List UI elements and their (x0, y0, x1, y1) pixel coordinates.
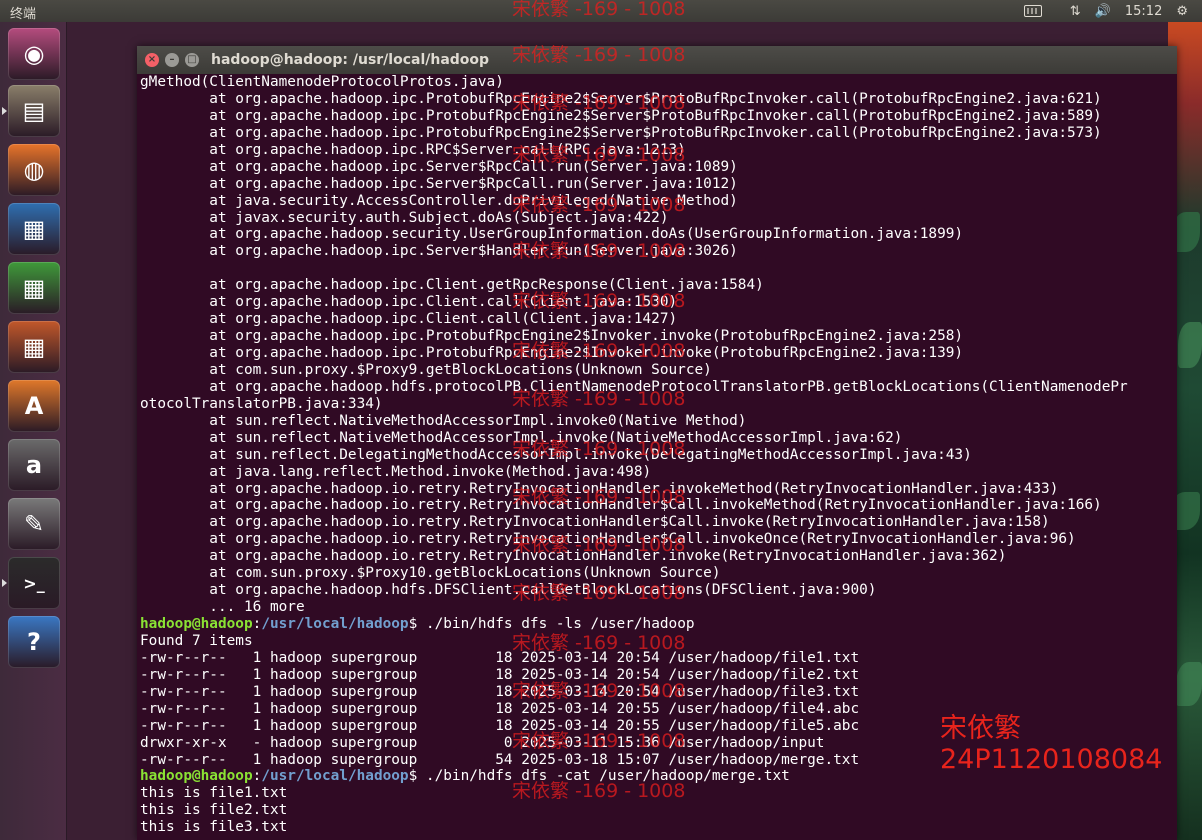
output-line: -rw-r--r-- 1 hadoop supergroup 18 2025-0… (140, 700, 860, 717)
output-line: at org.apache.hadoop.io.retry.RetryInvoc… (140, 514, 1050, 531)
ubuntu-dash-icon: ◉ (23, 40, 45, 68)
prompt-line: hadoop@hadoop:/usr/local/hadoop$ ./bin/h… (140, 616, 1177, 633)
output-line: -rw-r--r-- 1 hadoop supergroup 18 2025-0… (140, 666, 860, 683)
launcher-libreoffice-writer[interactable]: ▦ (8, 203, 60, 255)
output-line: gMethod(ClientNamenodeProtocolProtos.jav… (140, 74, 504, 90)
prompt-separator: : (252, 768, 262, 785)
output-line: at org.apache.hadoop.ipc.ProtobufRpcEngi… (140, 107, 1102, 124)
watermark-name: 宋依繁 (940, 713, 1021, 744)
terminal-icon: >_ (23, 573, 45, 593)
output-line: at com.sun.proxy.$Proxy9.getBlockLocatio… (140, 361, 712, 378)
output-line: at javax.security.auth.Subject.doAs(Subj… (140, 209, 669, 226)
launcher: ◉ ▤ ◍ ▦ ▦ ▦ Aa ✎ >_? (0, 22, 67, 840)
output-line: at org.apache.hadoop.io.retry.RetryInvoc… (140, 480, 1059, 497)
keyboard-icon[interactable] (1023, 5, 1056, 17)
minimize-icon[interactable]: – (165, 53, 179, 67)
running-indicator (2, 107, 7, 115)
output-line: this is file3.txt (140, 819, 288, 836)
window-title: hadoop@hadoop: /usr/local/hadoop (211, 52, 490, 68)
top-panel: 终端 ⇅ 🔊 15:12 ⚙ (0, 0, 1202, 22)
output-line: at org.apache.hadoop.ipc.ProtobufRpcEngi… (140, 124, 1102, 141)
volume-icon[interactable]: 🔊 (1095, 4, 1111, 19)
output-line: at org.apache.hadoop.ipc.Client.getRpcRe… (140, 277, 764, 294)
output-line: otocolTranslatorPB.java:334) (140, 395, 383, 412)
help-icon: ? (27, 628, 41, 656)
running-indicator (2, 579, 7, 587)
libreoffice-calc-icon: ▦ (22, 274, 46, 302)
output-line: at org.apache.hadoop.ipc.RPC$Server.call… (140, 141, 686, 158)
files-icon: ▤ (22, 97, 46, 125)
system-settings-icon: ✎ (23, 510, 45, 538)
prompt-separator: : (252, 616, 262, 632)
maximize-icon[interactable]: □ (185, 53, 199, 67)
launcher-ubuntu-dash[interactable]: ◉ (8, 28, 60, 80)
watermark-student-id: 24P1120108084 (940, 744, 1163, 775)
output-line: at org.apache.hadoop.ipc.ProtobufRpcEngi… (140, 328, 964, 345)
output-line: this is file1.txt (140, 785, 288, 802)
command-text: $ ./bin/hdfs dfs -ls /user/hadoop (408, 616, 695, 632)
command-text: $ ./bin/hdfs dfs -cat /user/hadoop/merge… (408, 768, 790, 785)
output-line: Found 7 items (140, 632, 253, 649)
output-line: at org.apache.hadoop.ipc.Server$Handler.… (140, 243, 738, 260)
output-line: at org.apache.hadoop.security.UserGroupI… (140, 226, 964, 243)
terminal-window: × – □ hadoop@hadoop: /usr/local/hadoop g… (137, 46, 1177, 840)
launcher-terminal[interactable]: >_ (8, 557, 60, 609)
software-center-icon: A (24, 392, 44, 420)
output-line: -rw-r--r-- 1 hadoop supergroup 18 2025-0… (140, 683, 860, 700)
output-line: ... 16 more (140, 599, 305, 616)
launcher-system-settings[interactable]: ✎ (8, 498, 60, 550)
launcher-libreoffice-calc[interactable]: ▦ (8, 262, 60, 314)
output-line: -rw-r--r-- 1 hadoop supergroup 18 2025-0… (140, 717, 860, 734)
firefox-icon: ◍ (23, 156, 45, 184)
output-line: at org.apache.hadoop.io.retry.RetryInvoc… (140, 497, 1102, 514)
prompt-path: /usr/local/hadoop (261, 616, 409, 632)
output-line: at org.apache.hadoop.hdfs.protocolPB.Cli… (140, 378, 1128, 395)
prompt-user: hadoop@hadoop (140, 616, 253, 632)
launcher-libreoffice-impress[interactable]: ▦ (8, 321, 60, 373)
amazon-icon: a (25, 451, 43, 479)
network-icon[interactable]: ⇅ (1070, 4, 1081, 19)
libreoffice-writer-icon: ▦ (22, 215, 46, 243)
output-line: at org.apache.hadoop.ipc.ProtobufRpcEngi… (140, 90, 1102, 107)
launcher-software-center[interactable]: A (8, 380, 60, 432)
system-tray: ⇅ 🔊 15:12 ⚙ (1023, 0, 1202, 22)
terminal-output[interactable]: gMethod(ClientNamenodeProtocolProtos.jav… (140, 74, 1177, 840)
output-line: this is file2.txt (140, 802, 288, 819)
output-line: at sun.reflect.NativeMethodAccessorImpl.… (140, 412, 747, 429)
output-line: at org.apache.hadoop.ipc.Client.call(Cli… (140, 294, 678, 311)
launcher-firefox[interactable]: ◍ (8, 144, 60, 196)
window-titlebar[interactable]: × – □ hadoop@hadoop: /usr/local/hadoop (137, 46, 1177, 74)
output-line: at org.apache.hadoop.hdfs.DFSClient.call… (140, 582, 877, 599)
libreoffice-impress-icon: ▦ (22, 333, 46, 361)
output-line: at org.apache.hadoop.ipc.Server$RpcCall.… (140, 175, 738, 192)
output-line: at org.apache.hadoop.io.retry.RetryInvoc… (140, 531, 1076, 548)
output-line: at org.apache.hadoop.io.retry.RetryInvoc… (140, 548, 1007, 565)
output-line: at com.sun.proxy.$Proxy10.getBlockLocati… (140, 565, 721, 582)
clock[interactable]: 15:12 (1125, 4, 1162, 19)
output-line: at sun.reflect.DelegatingMethodAccessorI… (140, 446, 972, 463)
output-line: -rw-r--r-- 1 hadoop supergroup 18 2025-0… (140, 649, 860, 666)
launcher-files[interactable]: ▤ (8, 85, 60, 137)
prompt-path: /usr/local/hadoop (261, 768, 409, 785)
prompt-user: hadoop@hadoop (140, 768, 253, 785)
output-line: at java.security.AccessController.doPriv… (140, 192, 738, 209)
launcher-help[interactable]: ? (8, 616, 60, 668)
output-line: at sun.reflect.NativeMethodAccessorImpl.… (140, 429, 903, 446)
active-app-title: 终端 (10, 7, 37, 22)
gear-icon[interactable]: ⚙ (1176, 4, 1188, 19)
output-line: at org.apache.hadoop.ipc.ProtobufRpcEngi… (140, 345, 964, 361)
output-line: at java.lang.reflect.Method.invoke(Metho… (140, 463, 652, 480)
output-line: at org.apache.hadoop.ipc.Server$RpcCall.… (140, 158, 738, 175)
launcher-amazon[interactable]: a (8, 439, 60, 491)
output-line: at org.apache.hadoop.ipc.Client.call(Cli… (140, 311, 678, 328)
close-icon[interactable]: × (145, 53, 159, 67)
